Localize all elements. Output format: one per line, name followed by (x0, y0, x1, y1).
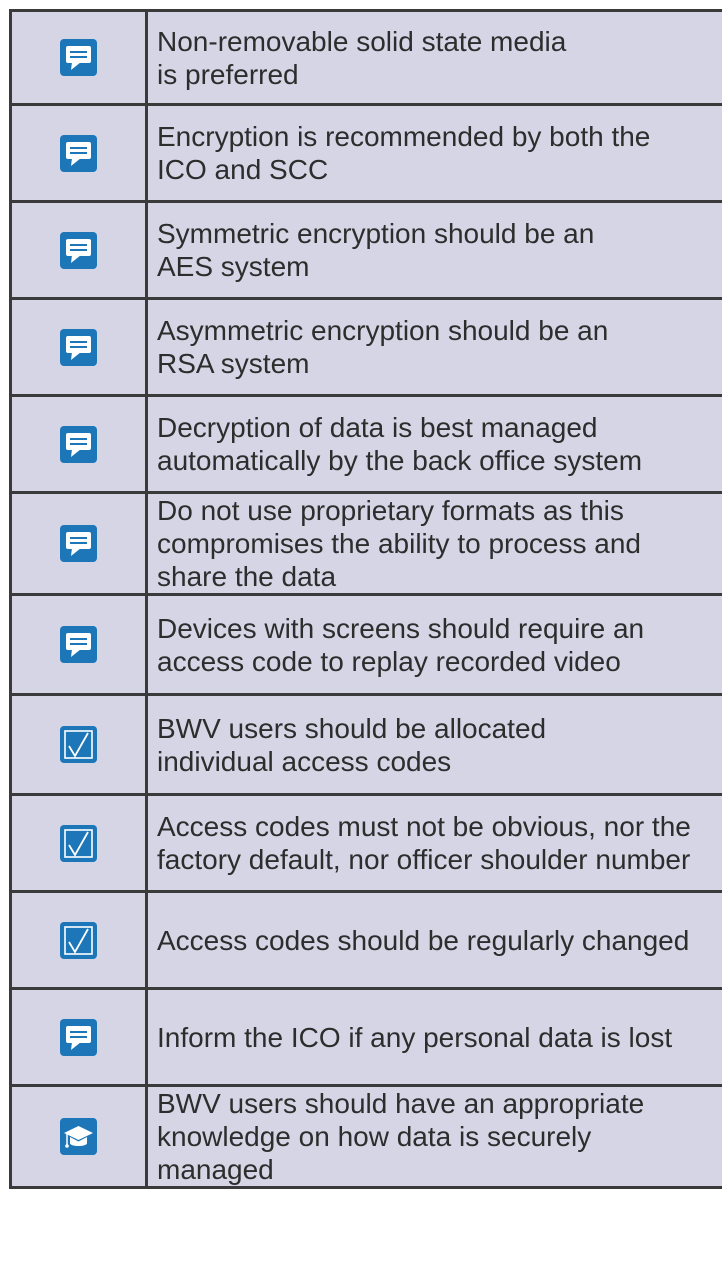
guidance-table: Non-removable solid state media is prefe… (9, 9, 722, 1189)
table-row: Do not use proprietary formats as this c… (9, 491, 722, 596)
guidance-text: Decryption of data is best managed autom… (145, 394, 722, 494)
table-row: Inform the ICO if any personal data is l… (9, 987, 722, 1087)
guidance-text: BWV users should be allocated individual… (145, 693, 722, 796)
table-row: BWV users should have an appropriate kno… (9, 1084, 722, 1189)
icon-cell (9, 1084, 148, 1189)
speech-bubble-icon (60, 425, 97, 463)
guidance-text: Do not use proprietary formats as this c… (145, 491, 722, 596)
guidance-rows: Non-removable solid state media is prefe… (9, 9, 722, 1189)
guidance-text: Access codes should be regularly changed (145, 890, 722, 990)
icon-cell (9, 491, 148, 596)
icon-cell (9, 693, 148, 796)
icon-cell (9, 793, 148, 893)
guidance-page: Non-removable solid state media is prefe… (0, 0, 722, 1286)
speech-bubble-icon (60, 231, 97, 269)
icon-cell (9, 200, 148, 300)
checkbox-icon (60, 824, 97, 862)
guidance-text: Symmetric encryption should be an AES sy… (145, 200, 722, 300)
table-row: Asymmetric encryption should be an RSA s… (9, 297, 722, 397)
table-row: Non-removable solid state media is prefe… (9, 9, 722, 106)
guidance-text: BWV users should have an appropriate kno… (145, 1084, 722, 1189)
graduation-cap-icon (60, 1118, 97, 1155)
speech-bubble-icon (60, 1018, 97, 1056)
icon-cell (9, 103, 148, 203)
speech-bubble-icon (60, 626, 97, 663)
icon-cell (9, 394, 148, 494)
speech-bubble-icon (60, 525, 97, 562)
icon-cell (9, 593, 148, 696)
guidance-text: Non-removable solid state media is prefe… (145, 9, 722, 106)
guidance-text: Access codes must not be obvious, nor th… (145, 793, 722, 893)
table-row: Decryption of data is best managed autom… (9, 394, 722, 494)
icon-cell (9, 297, 148, 397)
guidance-text: Devices with screens should require an a… (145, 593, 722, 696)
speech-bubble-icon (60, 134, 97, 172)
guidance-text: Inform the ICO if any personal data is l… (145, 987, 722, 1087)
icon-cell (9, 9, 148, 106)
speech-bubble-icon (60, 328, 97, 366)
icon-cell (9, 890, 148, 990)
checkbox-icon (60, 921, 97, 959)
table-row: BWV users should be allocated individual… (9, 693, 722, 796)
icon-cell (9, 987, 148, 1087)
guidance-text: Encryption is recommended by both the IC… (145, 103, 722, 203)
guidance-text: Asymmetric encryption should be an RSA s… (145, 297, 722, 397)
checkbox-icon (60, 726, 97, 763)
table-row: Access codes must not be obvious, nor th… (9, 793, 722, 893)
table-row: Access codes should be regularly changed (9, 890, 722, 990)
speech-bubble-icon (60, 39, 97, 76)
table-row: Encryption is recommended by both the IC… (9, 103, 722, 203)
table-row: Symmetric encryption should be an AES sy… (9, 200, 722, 300)
table-row: Devices with screens should require an a… (9, 593, 722, 696)
